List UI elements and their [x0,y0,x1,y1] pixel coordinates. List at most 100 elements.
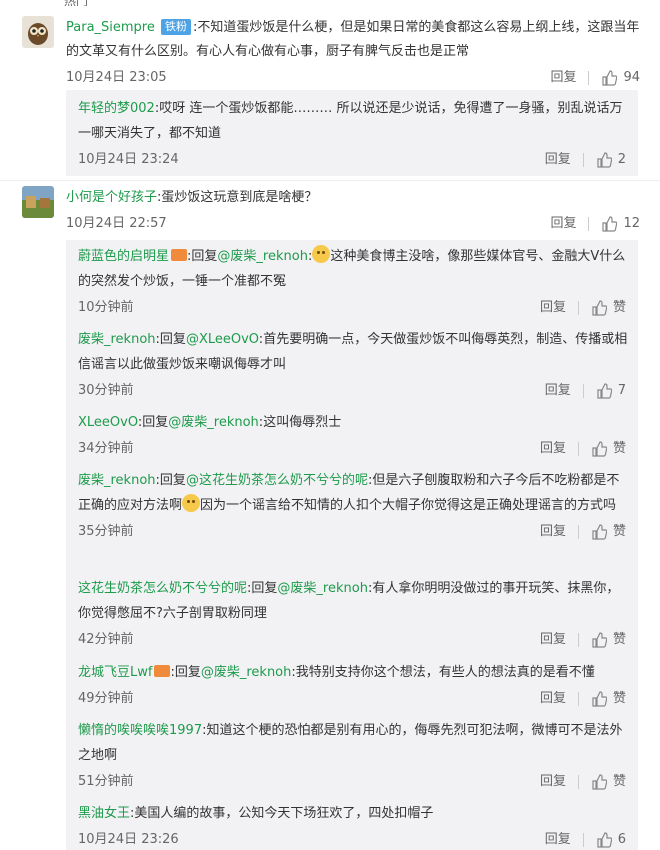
mention-link[interactable]: @废柴_reknoh [168,415,259,430]
mention-link[interactable]: @这花生奶茶怎么奶不兮兮的呢 [186,473,368,488]
like-count: 赞 [612,691,626,706]
thumbs-up-icon [592,300,607,316]
reply-item: 废柴_reknoh:回复@XLeeOvO:首先要明确一点，今天做蛋炒饭不叫侮辱英… [78,327,628,403]
reply-body: 我特别支持你这个想法，有些人的想法真的是看不懂 [295,665,595,680]
timestamp: 30分钟前 [78,383,134,398]
reply-list: 蔚蓝色的启明星:回复@废柴_reknoh: 这种美食博主没啥，像那些媒体官号、金融… [66,240,638,850]
reply-body: 美国人编的故事，公知今天下场狂欢了，四处扣帽子 [134,806,434,821]
divider [582,384,584,398]
like-button[interactable]: 7 [596,379,626,403]
reply-item: 龙城飞豆Lwf:回复@废柴_reknoh:我特别支持你这个想法，有些人的想法真的… [78,660,628,711]
like-button[interactable]: 赞 [591,296,626,320]
divider [577,775,579,789]
mention-link[interactable]: @废柴_reknoh [217,249,308,264]
reply-item: 废柴_reknoh:回复@这花生奶茶怎么奶不兮兮的呢:但是六子刨腹取粉和六子今后… [78,468,628,544]
username-link[interactable]: 懒惰的唉唉唉唉1997 [78,723,202,738]
username-link[interactable]: 这花生奶茶怎么奶不兮兮的呢 [78,581,247,596]
reply-item: 年轻的梦002:哎呀 连一个蛋炒饭都能……… 所以说还是少说话，免得遭了一身骚，… [78,96,628,172]
timestamp: 10月24日 23:26 [78,832,179,847]
like-button[interactable]: 赞 [591,687,626,711]
divider [577,692,579,706]
like-button[interactable]: 赞 [591,770,626,794]
mention-link[interactable]: @XLeeOvO [186,332,259,347]
vip-icon [171,249,188,261]
mention-link[interactable]: @废柴_reknoh [277,581,368,596]
thumbs-up-icon [597,832,612,848]
like-count: 赞 [612,524,626,539]
like-count: 赞 [612,300,626,315]
vip-icon [154,665,171,677]
like-button[interactable]: 赞 [591,520,626,544]
like-button[interactable]: 赞 [591,437,626,461]
avatar[interactable] [22,16,54,48]
comment-text: Para_Siempre 铁粉:不知道蛋炒饭是什么梗，但是如果日常的美食都这么容… [66,19,640,59]
reply-list: 年轻的梦002:哎呀 连一个蛋炒饭都能……… 所以说还是少说话，免得遭了一身骚，… [66,90,638,176]
clipped-header: 热门 [0,0,660,6]
reply-item: 懒惰的唉唉唉唉1997:知道这个梗的恐怕都是别有用心的，侮辱先烈可犯法啊，微博可… [78,718,628,794]
thumbs-up-icon [602,70,618,86]
reply-item: XLeeOvO:回复@废柴_reknoh:这叫侮辱烈士 34分钟前 回复 赞 [78,410,628,461]
like-count: 6 [617,832,626,847]
divider [577,301,579,315]
like-count: 2 [617,152,626,167]
like-button[interactable]: 12 [601,212,640,236]
timestamp: 10月24日 23:05 [66,70,167,85]
like-count: 赞 [612,632,626,647]
reply-button[interactable]: 回复 [545,148,571,172]
reply-item: 这花生奶茶怎么奶不兮兮的呢:回复@废柴_reknoh:有人拿你明明没做过的事开玩… [78,576,628,652]
username-link[interactable]: 小何是个好孩子 [66,190,157,205]
username-link[interactable]: 龙城飞豆Lwf [78,665,152,680]
emoji-icon [182,494,201,512]
username-link[interactable]: 蔚蓝色的启明星 [78,249,169,264]
like-button[interactable]: 2 [596,148,626,172]
comment-body: 蛋炒饭这玩意到底是啥梗？ [161,190,318,205]
comment-divider [0,180,660,181]
reply-button[interactable]: 回复 [540,687,566,711]
thumbs-up-icon [592,691,607,707]
reply-button[interactable]: 回复 [540,520,566,544]
reply-button[interactable]: 回复 [540,296,566,320]
avatar[interactable] [22,186,54,218]
reply-prefix: 回复 [174,665,201,680]
fan-badge[interactable]: 铁粉 [161,19,192,35]
like-button[interactable]: 6 [596,828,626,850]
like-count: 94 [623,70,640,85]
reply-body: 这叫侮辱烈士 [263,415,342,430]
reply-button[interactable]: 回复 [545,379,571,403]
divider [588,71,590,85]
username-link[interactable]: 废柴_reknoh [78,473,156,488]
username-link[interactable]: XLeeOvO [78,415,138,430]
username-link[interactable]: 黑油女王 [78,806,130,821]
clipped-header-text: 热门 [64,0,88,6]
reply-button[interactable]: 回复 [545,828,571,850]
reply-item: 黑油女王:美国人编的故事，公知今天下场狂欢了，四处扣帽子 10月24日 23:2… [78,801,628,850]
reply-button[interactable]: 回复 [540,628,566,652]
reply-body: 哎呀 连一个蛋炒饭都能……… 所以说还是少说话，免得遭了一身骚，别乱说话万一哪天… [78,101,623,141]
timestamp: 42分钟前 [78,632,134,647]
reply-button[interactable]: 回复 [540,770,566,794]
reply-button[interactable]: 回复 [550,66,576,90]
mention-link[interactable]: @废柴_reknoh [201,665,292,680]
reply-button[interactable]: 回复 [550,212,576,236]
thumbs-up-icon [592,774,607,790]
timestamp: 49分钟前 [78,691,134,706]
divider [577,525,579,539]
divider [577,633,579,647]
username-link[interactable]: Para_Siempre [66,20,155,35]
reply-item: 蔚蓝色的启明星:回复@废柴_reknoh: 这种美食博主没啥，像那些媒体官号、金融… [78,244,628,320]
reply-body: 因为一个谣言给不知情的人扣个大帽子你觉得这是正确处理谣言的方式吗 [200,498,617,513]
username-link[interactable]: 年轻的梦002 [78,101,155,116]
timestamp: 34分钟前 [78,441,134,456]
reply-button[interactable]: 回复 [540,437,566,461]
like-button[interactable]: 94 [601,66,640,90]
like-count: 7 [617,383,626,398]
thumbs-up-icon [592,441,607,457]
like-count: 赞 [612,441,626,456]
username-link[interactable]: 废柴_reknoh [78,332,156,347]
thumbs-up-icon [597,383,612,399]
timestamp: 10月24日 23:24 [78,152,179,167]
divider [582,153,584,167]
like-button[interactable]: 赞 [591,628,626,652]
like-count: 赞 [612,774,626,789]
reply-prefix: 回复 [251,581,278,596]
